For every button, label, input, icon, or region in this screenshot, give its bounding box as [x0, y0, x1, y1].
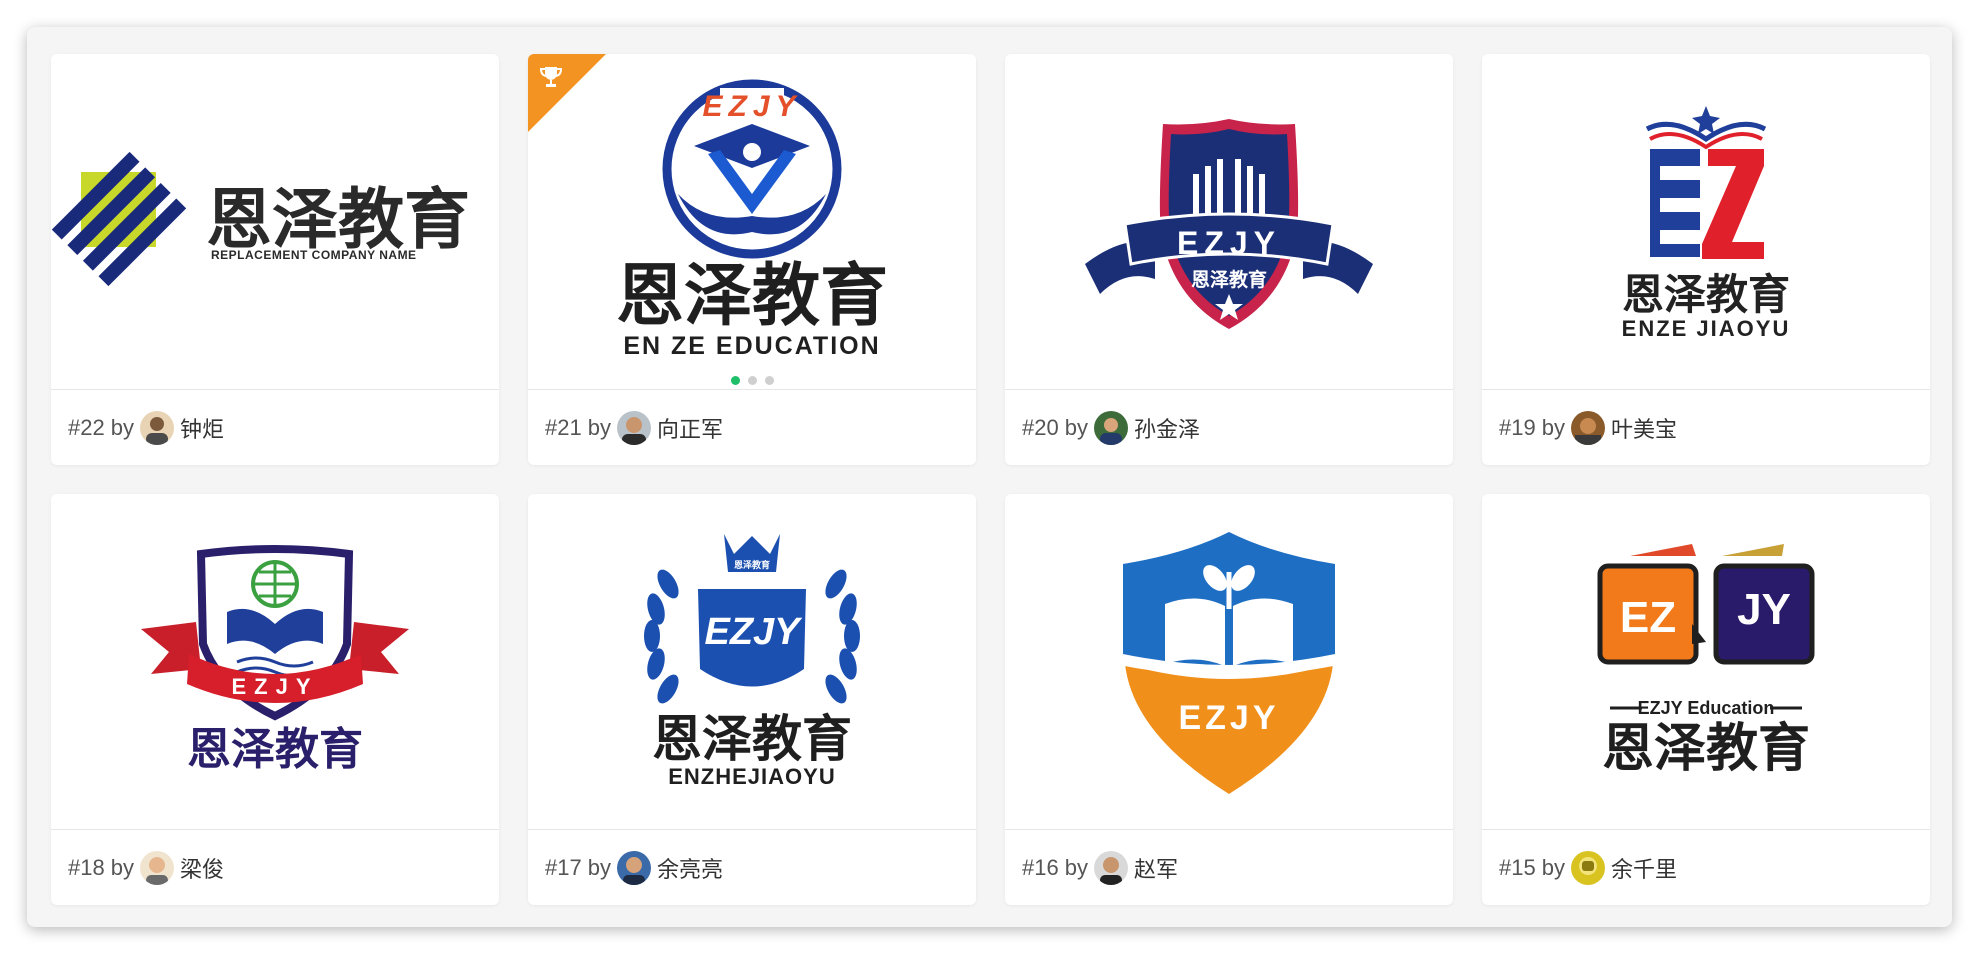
logo-20-image: EZJY 恩泽教育 [1085, 119, 1373, 329]
trophy-icon [539, 67, 563, 87]
entry-card-16[interactable]: EZJY #16 by 赵军 [1005, 494, 1453, 905]
card-meta: #18 by 梁俊 [51, 830, 499, 905]
logo-17-title: 恩泽教育 [652, 710, 852, 768]
card-meta: #15 by 余千里 [1482, 830, 1930, 905]
entry-card-20[interactable]: EZJY 恩泽教育 #20 by 孙金泽 [1005, 54, 1453, 465]
author-avatar[interactable] [1570, 410, 1605, 445]
logo-17-badge: EZJY [704, 611, 803, 653]
logo-15-image: EZ JY EZJY Education 恩泽教育 [1597, 544, 1815, 779]
entry-card-21[interactable]: EZJY 恩泽教育 EN ZE EDUCATION #21 by 向正军 [528, 54, 976, 465]
logo-16-badge: EZJY [1178, 699, 1279, 737]
logo-20-badge: EZJY [1177, 225, 1281, 261]
author-name[interactable]: 孙金泽 [1134, 412, 1200, 444]
card-meta: #22 by 钟炬 [51, 390, 499, 465]
entry-card-17[interactable]: 恩泽教育 EZJY 恩泽教育 ENZHEJIAOYU #17 by 余亮亮 [528, 494, 976, 905]
entry-rank: #17 [545, 854, 582, 880]
author-name[interactable]: 叶美宝 [1611, 412, 1677, 444]
entry-rank: #16 [1022, 854, 1059, 880]
author-name[interactable]: 余亮亮 [657, 852, 723, 884]
carousel-dot-1[interactable] [730, 376, 740, 385]
logo-17-image: 恩泽教育 EZJY 恩泽教育 ENZHEJIAOYU [644, 534, 860, 789]
logo-19-subtitle: ENZE JIAOYU [1622, 316, 1791, 341]
author-name[interactable]: 余千里 [1611, 852, 1677, 884]
card-meta: #17 by 余亮亮 [528, 830, 976, 905]
logo-19-image: 恩泽教育 ENZE JIAOYU [1622, 106, 1791, 341]
logo-thumbnail[interactable]: EZ JY EZJY Education 恩泽教育 [1482, 494, 1930, 829]
carousel-dot-3[interactable] [764, 376, 774, 385]
logo-21-title: 恩泽教育 [616, 257, 888, 336]
entry-rank: #19 [1499, 414, 1536, 440]
logo-thumbnail[interactable]: 恩泽教育 REPLACEMENT COMPANY NAME [51, 54, 499, 389]
logo-15-left: EZ [1620, 593, 1676, 642]
carousel-dots [528, 376, 976, 385]
by-label: by [110, 854, 134, 880]
logo-15-title: 恩泽教育 [1602, 719, 1810, 779]
entry-card-18[interactable]: EZJY 恩泽教育 #18 by 梁俊 [51, 494, 499, 905]
by-label: by [1541, 854, 1565, 880]
logo-18-badge: EZJY [231, 674, 318, 699]
logo-18-image: EZJY 恩泽教育 [141, 545, 409, 775]
logo-thumbnail[interactable]: 恩泽教育 EZJY 恩泽教育 ENZHEJIAOYU [528, 494, 976, 829]
entry-rank: #20 [1022, 414, 1059, 440]
author-avatar[interactable] [1093, 410, 1128, 445]
entry-rank: #22 [68, 414, 105, 440]
by-label: by [1541, 414, 1565, 440]
author-avatar[interactable] [1570, 850, 1605, 885]
logo-15-subtitle: EZJY Education [1638, 698, 1775, 718]
card-meta: #21 by 向正军 [528, 390, 976, 465]
logo-17-subtitle: ENZHEJIAOYU [668, 764, 835, 789]
logo-18-title: 恩泽教育 [187, 724, 363, 775]
gallery-panel: 恩泽教育 REPLACEMENT COMPANY NAME #22 by 钟炬 … [27, 27, 1952, 927]
logo-thumbnail[interactable]: EZJY [1005, 494, 1453, 829]
author-name[interactable]: 钟炬 [180, 412, 224, 444]
author-avatar[interactable] [139, 410, 174, 445]
carousel-dot-2[interactable] [747, 376, 757, 385]
card-meta: #16 by 赵军 [1005, 830, 1453, 905]
logo-22-title: 恩泽教育 [206, 181, 470, 258]
logo-20-title: 恩泽教育 [1191, 268, 1267, 291]
entry-card-22[interactable]: 恩泽教育 REPLACEMENT COMPANY NAME #22 by 钟炬 [51, 54, 499, 465]
entry-rank: #18 [68, 854, 105, 880]
logo-15-right: JY [1737, 585, 1791, 634]
card-meta: #19 by 叶美宝 [1482, 390, 1930, 465]
entry-card-19[interactable]: 恩泽教育 ENZE JIAOYU #19 by 叶美宝 [1482, 54, 1930, 465]
author-avatar[interactable] [1093, 850, 1128, 885]
by-label: by [1064, 854, 1088, 880]
entry-rank: #15 [1499, 854, 1536, 880]
logo-21-arc: EZJY [702, 90, 801, 123]
by-label: by [587, 414, 611, 440]
logo-17-crown: 恩泽教育 [734, 559, 770, 571]
author-avatar[interactable] [616, 850, 651, 885]
logo-thumbnail[interactable]: EZJY 恩泽教育 [1005, 54, 1453, 389]
logo-thumbnail[interactable]: 恩泽教育 ENZE JIAOYU [1482, 54, 1930, 389]
logo-22-image: 恩泽教育 REPLACEMENT COMPANY NAME [51, 151, 470, 287]
logo-16-image: EZJY [1123, 532, 1335, 794]
entry-rank: #21 [545, 414, 582, 440]
logo-thumbnail[interactable]: EZJY 恩泽教育 [51, 494, 499, 829]
by-label: by [1064, 414, 1088, 440]
logo-21-subtitle: EN ZE EDUCATION [623, 332, 880, 360]
author-name[interactable]: 向正军 [657, 412, 723, 444]
logo-22-subtitle: REPLACEMENT COMPANY NAME [211, 248, 417, 262]
by-label: by [110, 414, 134, 440]
by-label: by [587, 854, 611, 880]
author-avatar[interactable] [139, 850, 174, 885]
card-meta: #20 by 孙金泽 [1005, 390, 1453, 465]
logo-grid: 恩泽教育 REPLACEMENT COMPANY NAME #22 by 钟炬 … [51, 54, 1930, 905]
author-name[interactable]: 赵军 [1134, 852, 1178, 884]
logo-19-title: 恩泽教育 [1622, 270, 1790, 319]
author-name[interactable]: 梁俊 [180, 852, 224, 884]
entry-card-15[interactable]: EZ JY EZJY Education 恩泽教育 #15 by 余千里 [1482, 494, 1930, 905]
author-avatar[interactable] [616, 410, 651, 445]
